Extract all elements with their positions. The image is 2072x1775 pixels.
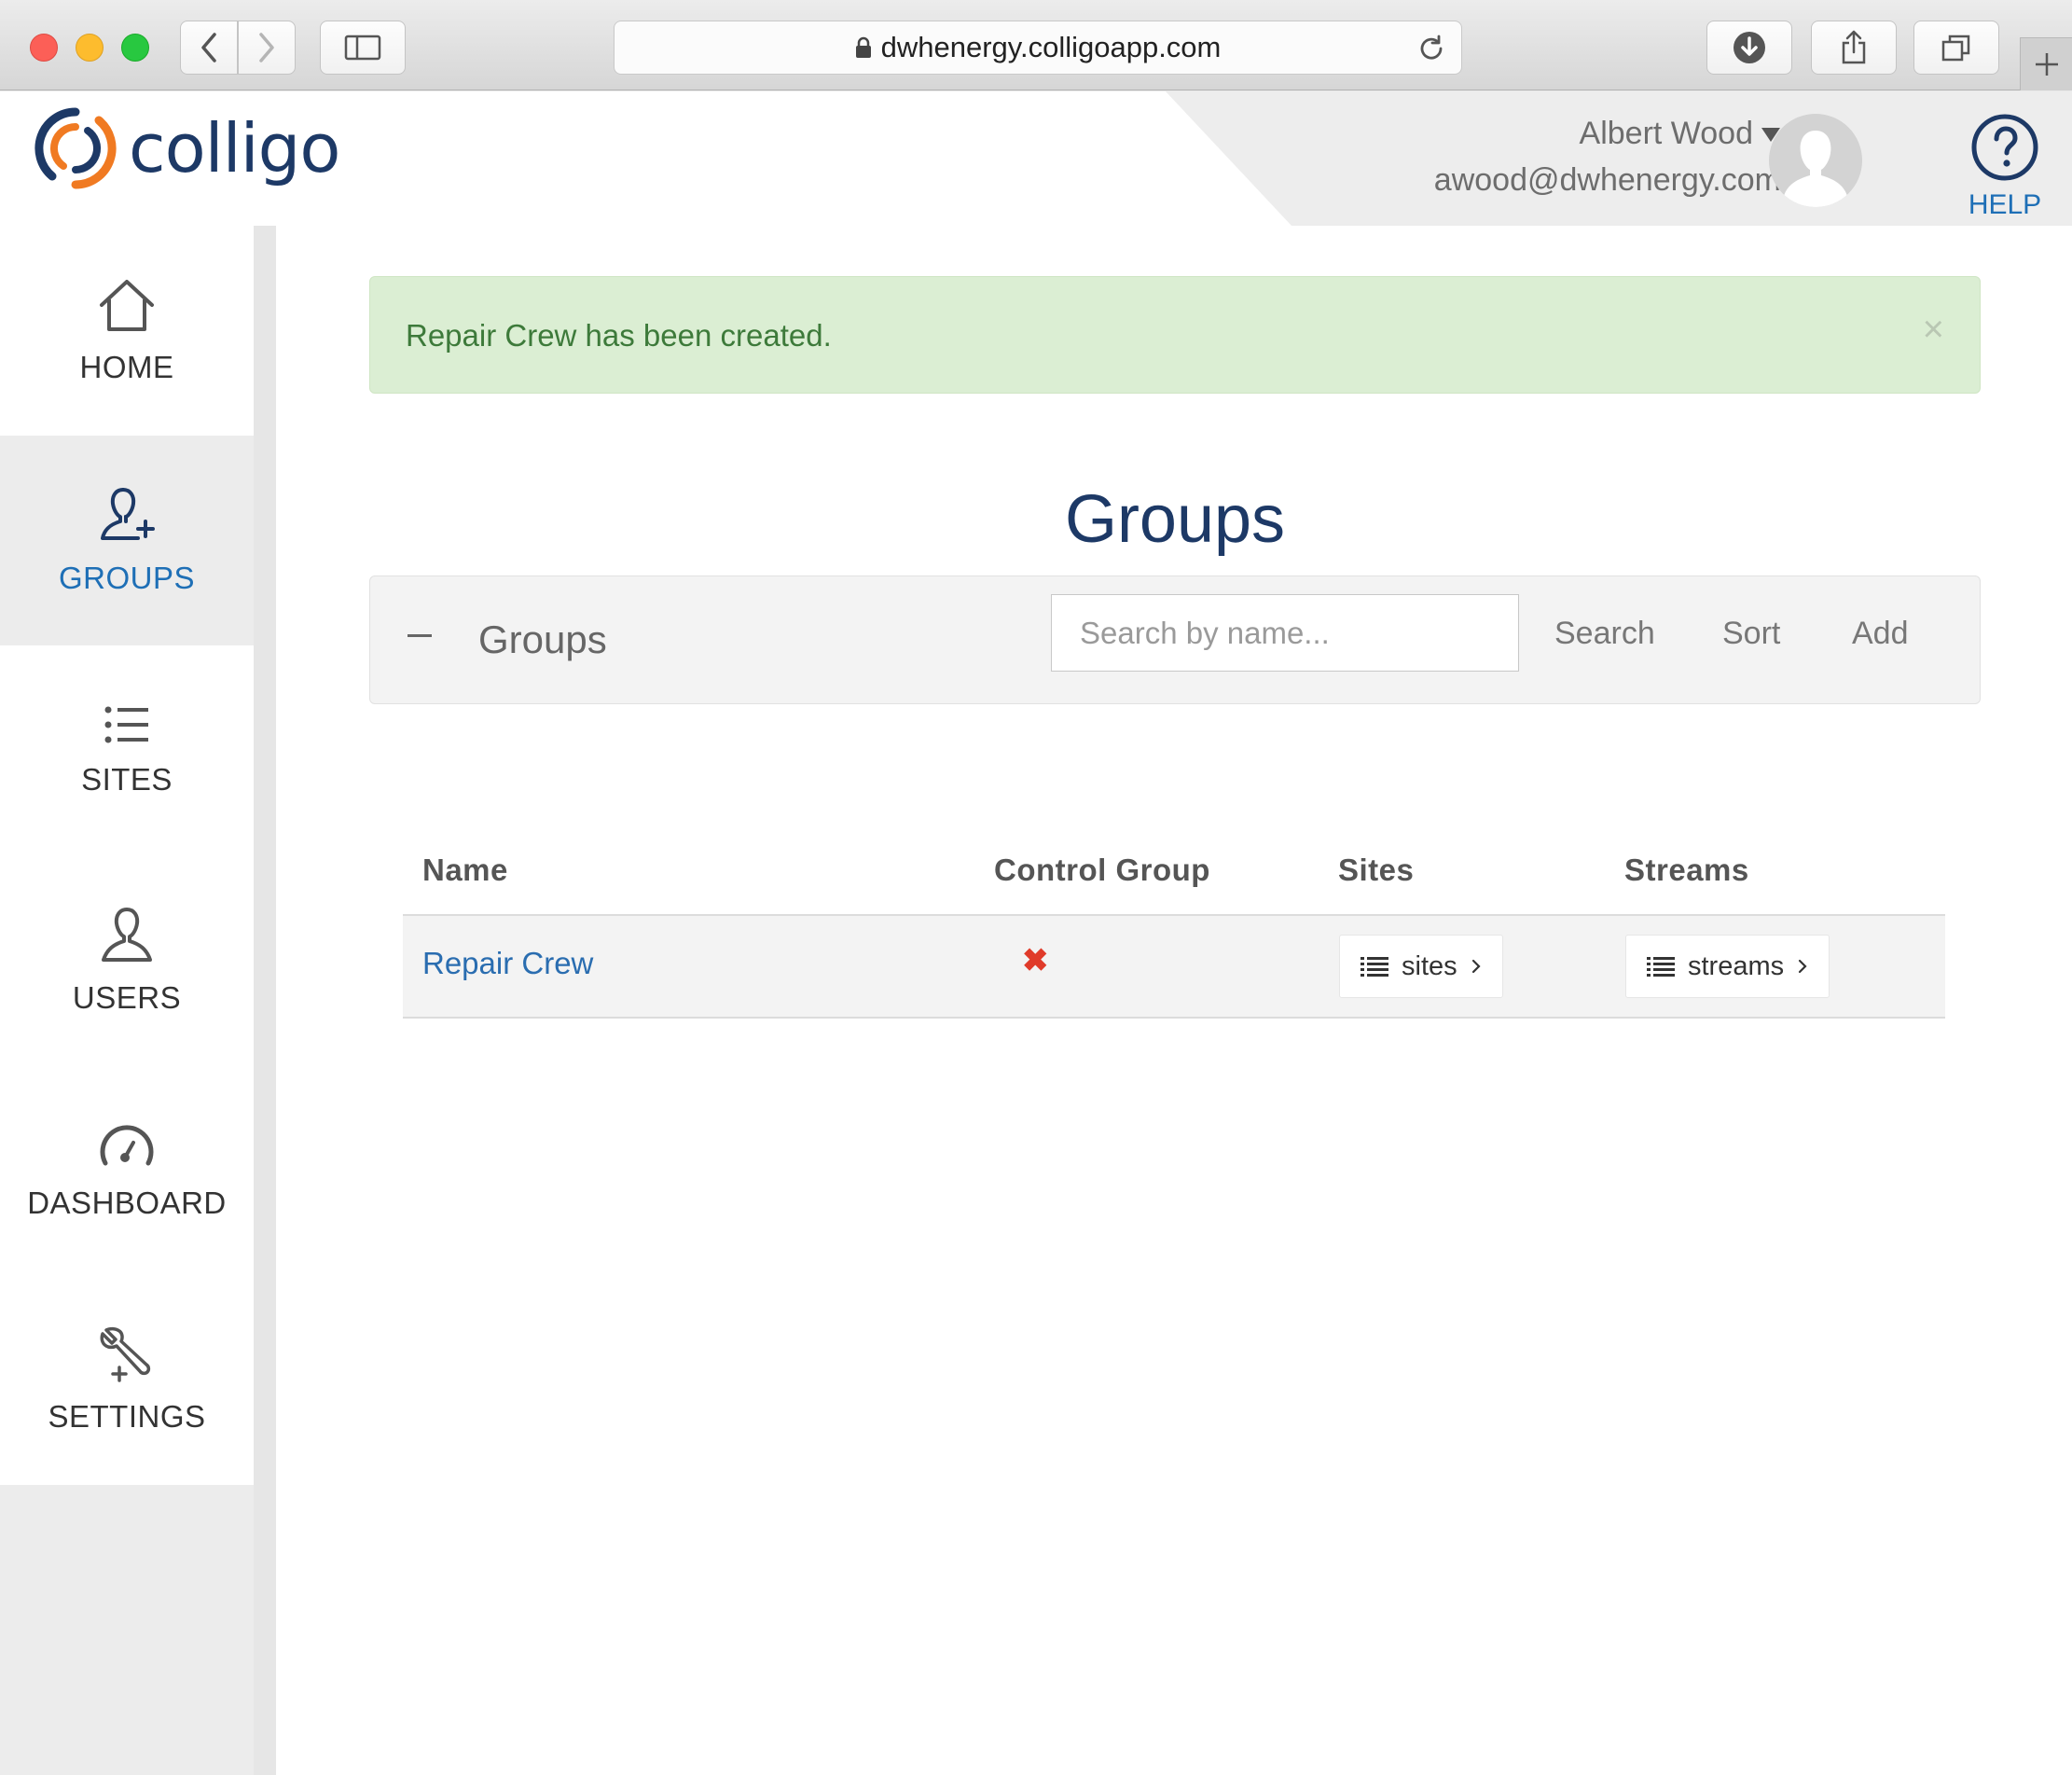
back-button[interactable] [180,21,238,75]
column-header-name[interactable]: Name [422,853,508,888]
zoom-window-button[interactable] [121,34,149,62]
address-bar[interactable]: dwhenergy.colligoapp.com [614,21,1462,75]
colligo-logo-mark [35,107,117,189]
group-name-link[interactable]: Repair Crew [422,946,593,981]
colligo-logo[interactable]: colligo [32,104,340,192]
list-icon [104,706,148,742]
alert-close-button[interactable]: × [1923,309,1944,351]
user-name: Albert Wood [1579,116,1753,151]
groups-table: Name Control Group Sites Streams Repair … [403,828,1945,1019]
app-header: colligo Albert Wood awood@dwhenergy.com … [0,91,2072,226]
sidebar-item-dashboard[interactable]: DASHBOARD [0,1065,254,1275]
user-email: awood@dwhenergy.com [1433,162,1781,198]
sidebar-item-label: SITES [81,761,173,797]
panel-title: Groups [478,617,607,661]
page-title: Groups [1064,482,1286,557]
sites-button[interactable]: sites [1339,935,1503,998]
list-icon [1647,957,1675,977]
sidebar-item-users[interactable]: USERS [0,855,254,1065]
help-button[interactable]: HELP [1966,114,2044,221]
user-avatar-icon [1769,114,1862,207]
sort-button[interactable]: Sort [1722,616,1780,652]
sidebar-item-label: USERS [72,979,182,1015]
alert-message: Repair Crew has been created. [406,318,832,353]
sites-button-label: sites [1402,950,1457,981]
chevron-left-icon [201,33,216,62]
sidebar-item-label: SETTINGS [48,1398,206,1434]
search-button[interactable]: Search [1554,616,1655,652]
table-row: Repair Crew ✖ sites streams [403,916,1945,1019]
collapse-button[interactable] [407,614,437,651]
download-icon [1734,32,1765,63]
add-button[interactable]: Add [1852,616,1909,652]
new-tab-button[interactable] [2020,37,2072,90]
sidebar-item-label: GROUPS [58,560,196,595]
logo-text: colligo [129,109,340,187]
table-header-row: Name Control Group Sites Streams [403,828,1945,916]
column-header-control-group[interactable]: Control Group [994,853,1210,888]
sidebar-toggle-button[interactable] [320,21,406,75]
sidebar-icon [344,35,381,61]
gauge-icon [100,1124,154,1165]
share-button[interactable] [1811,21,1897,75]
tabs-overview-button[interactable] [1913,21,1999,75]
success-alert: Repair Crew has been created. × [369,276,1981,394]
chevron-right-icon [1799,959,1807,974]
browser-toolbar: dwhenergy.colligoapp.com [0,0,2072,90]
wrench-icon [100,1326,151,1382]
groups-panel-header: Groups Search Sort Add [369,575,1981,704]
plus-icon [2035,53,2058,76]
user-menu[interactable]: Albert Wood [1580,116,1781,152]
control-group-false-icon: ✖ [1022,943,1049,978]
search-input[interactable] [1051,594,1519,672]
user-icon [102,907,152,962]
sidebar-divider [254,226,276,1775]
share-icon [1842,30,1866,64]
user-panel: Albert Wood awood@dwhenergy.com [1166,91,2072,226]
lock-icon [855,36,871,58]
sidebar-item-groups[interactable]: GROUPS [0,436,254,645]
question-circle-icon [1971,114,2038,181]
close-window-button[interactable] [30,34,58,62]
app-page: colligo Albert Wood awood@dwhenergy.com … [0,91,2072,1775]
chevron-right-icon [1471,959,1481,974]
sidebar-item-label: DASHBOARD [27,1185,227,1220]
streams-button-label: streams [1688,950,1785,981]
avatar[interactable] [1769,114,1862,207]
forward-button[interactable] [238,21,296,75]
sidebar-item-settings[interactable]: SETTINGS [0,1275,254,1485]
streams-button[interactable]: streams [1625,935,1830,998]
downloads-button[interactable] [1706,21,1792,75]
sidebar-item-sites[interactable]: SITES [0,645,254,855]
column-header-sites[interactable]: Sites [1338,853,1414,888]
column-header-streams[interactable]: Streams [1624,853,1749,888]
list-icon [1361,957,1388,977]
minus-icon [407,634,432,637]
reload-icon[interactable] [1416,34,1446,63]
sidebar: HOME GROUPS SITES USERS DASHBOARD SETTIN… [0,226,276,1775]
help-label: HELP [1968,189,2042,220]
home-icon [100,279,154,331]
sidebar-item-home[interactable]: HOME [0,226,254,436]
minimize-window-button[interactable] [76,34,104,62]
chevron-right-icon [259,33,274,62]
tabs-icon [1941,35,1970,62]
user-plus-icon [101,487,155,540]
sidebar-item-label: HOME [79,349,174,384]
url-text: dwhenergy.colligoapp.com [880,31,1222,63]
